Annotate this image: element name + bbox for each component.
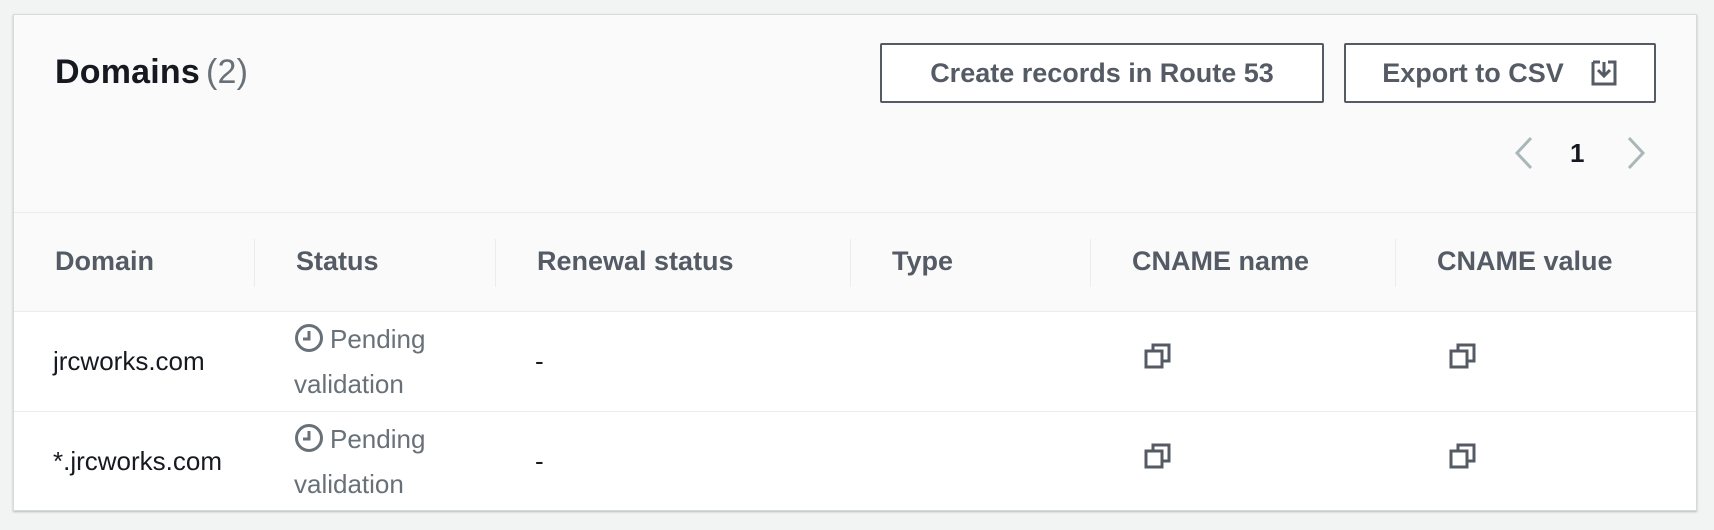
column-label: CNAME name bbox=[1132, 246, 1310, 277]
column-label: Status bbox=[296, 246, 379, 277]
status-badge: Pending validation bbox=[294, 419, 496, 504]
cname-value-cell bbox=[1396, 311, 1696, 411]
create-records-route53-button[interactable]: Create records in Route 53 bbox=[880, 43, 1324, 103]
column-label: Renewal status bbox=[537, 246, 734, 277]
column-header-cname-name[interactable]: CNAME name bbox=[1091, 213, 1396, 312]
export-label: Export to CSV bbox=[1382, 57, 1564, 88]
cname-name-cell bbox=[1091, 411, 1396, 511]
column-header-domain[interactable]: Domain bbox=[14, 213, 255, 312]
column-label: Type bbox=[892, 246, 954, 277]
column-label: CNAME value bbox=[1437, 246, 1613, 277]
type-cell bbox=[851, 411, 1091, 511]
renewal-status-cell: - bbox=[535, 446, 544, 477]
page-number[interactable]: 1 bbox=[1570, 138, 1584, 169]
status-cell: Pending validation bbox=[255, 311, 496, 411]
status-badge: Pending validation bbox=[294, 319, 496, 404]
status-cell: Pending validation bbox=[255, 411, 496, 511]
copy-icon[interactable] bbox=[1448, 341, 1478, 371]
column-header-renewal-status[interactable]: Renewal status bbox=[496, 213, 851, 312]
domains-panel: Domains (2) Create records in Route 53 Ex… bbox=[13, 14, 1697, 511]
type-cell bbox=[851, 311, 1091, 411]
domain-cell: *.jrcworks.com bbox=[53, 446, 223, 477]
cname-value-cell bbox=[1396, 411, 1696, 511]
download-icon bbox=[1590, 59, 1618, 87]
page-title: Domains (2) bbox=[55, 53, 248, 92]
title-text: Domains bbox=[55, 53, 200, 91]
clock-icon bbox=[294, 323, 324, 364]
column-header-cname-value[interactable]: CNAME value bbox=[1396, 213, 1696, 312]
table-header-row: Domain Status Renewal status Type CNAME … bbox=[14, 213, 1696, 312]
domain-count: (2) bbox=[206, 53, 249, 91]
chevron-right-icon[interactable] bbox=[1626, 135, 1646, 171]
cname-name-cell bbox=[1091, 311, 1396, 411]
domain-cell: jrcworks.com bbox=[53, 346, 205, 376]
chevron-left-icon[interactable] bbox=[1514, 135, 1534, 171]
export-csv-button[interactable]: Export to CSV bbox=[1344, 43, 1656, 103]
domains-table: Domain Status Renewal status Type CNAME … bbox=[14, 213, 1696, 511]
column-header-status[interactable]: Status bbox=[255, 213, 496, 312]
pagination: 1 bbox=[1514, 133, 1646, 173]
clock-icon bbox=[294, 423, 324, 464]
column-header-type[interactable]: Type bbox=[851, 213, 1091, 312]
create-records-label: Create records in Route 53 bbox=[930, 57, 1274, 88]
copy-icon[interactable] bbox=[1448, 441, 1478, 471]
copy-icon[interactable] bbox=[1143, 441, 1173, 471]
column-label: Domain bbox=[55, 246, 155, 277]
table-row: *.jrcworks.com Pending validation - bbox=[14, 411, 1696, 511]
renewal-status-cell: - bbox=[535, 346, 544, 376]
copy-icon[interactable] bbox=[1143, 341, 1173, 371]
table-row: jrcworks.com Pending validation - bbox=[14, 311, 1696, 411]
panel-header: Domains (2) Create records in Route 53 Ex… bbox=[14, 15, 1696, 213]
